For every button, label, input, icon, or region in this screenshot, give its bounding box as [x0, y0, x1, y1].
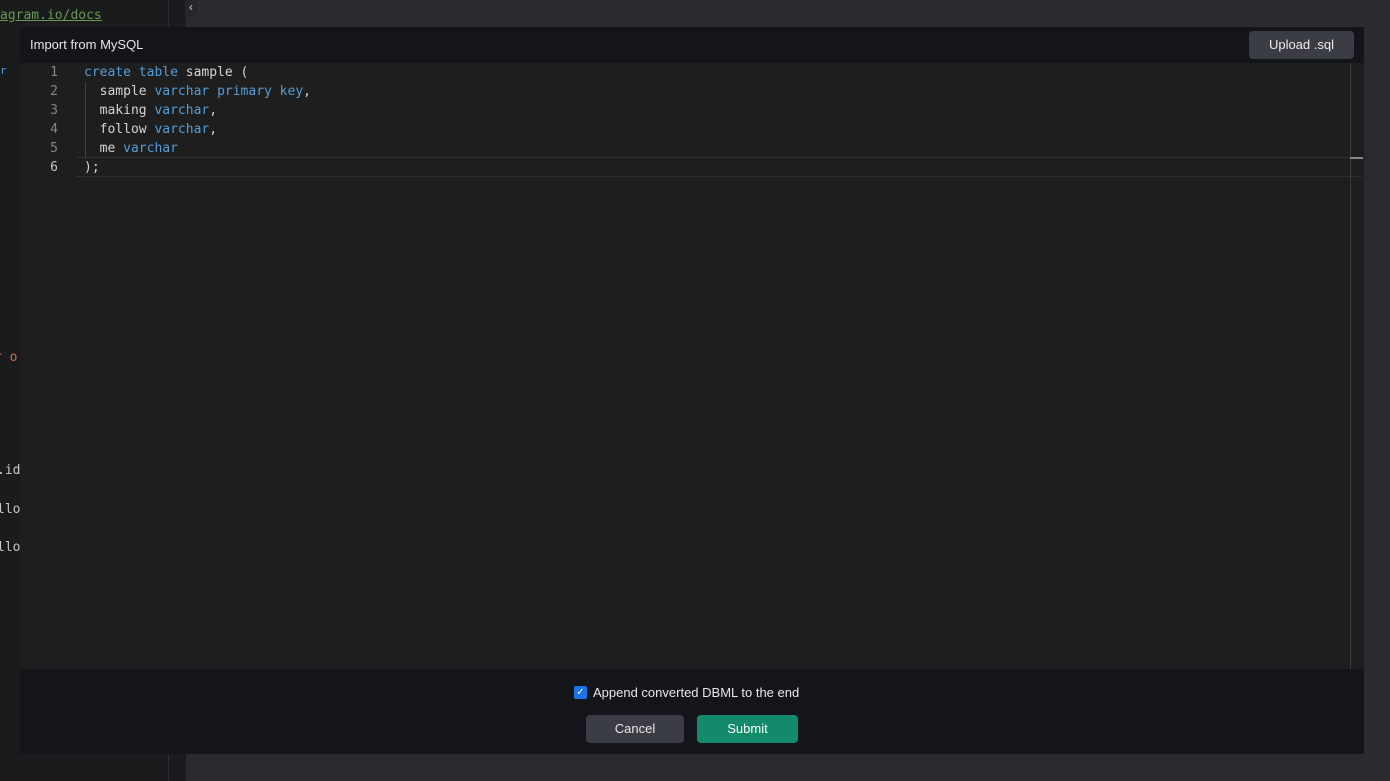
sql-text: , [209, 122, 218, 137]
code-line[interactable]: 6); [20, 158, 1350, 177]
sql-text: ); [84, 160, 100, 175]
sql-text: me [84, 141, 124, 156]
background-fragment: .id [0, 463, 21, 478]
upload-sql-button[interactable]: Upload .sql [1249, 31, 1354, 59]
line-number: 2 [50, 84, 58, 99]
code-line[interactable]: 4 follow varchar, [20, 120, 1350, 139]
sql-text: follow [84, 122, 155, 137]
background-docs-link: agram.io/docs [0, 8, 102, 23]
background-fragment: llo [0, 540, 21, 555]
submit-button[interactable]: Submit [697, 715, 798, 743]
append-checkbox-label[interactable]: Append converted DBML to the end [593, 685, 799, 700]
code-line[interactable]: 3 making varchar, [20, 101, 1350, 120]
modal-footer: ✓ Append converted DBML to the end Cance… [20, 669, 1364, 754]
line-number: 3 [50, 103, 58, 118]
modal-header: Import from MySQL Upload .sql [20, 27, 1364, 63]
background-fragment: r [0, 64, 7, 77]
append-option[interactable]: ✓ Append converted DBML to the end [574, 683, 799, 701]
scrollbar-cursor-marker [1350, 157, 1363, 159]
sql-keyword: create table [84, 65, 178, 80]
sql-text: sample [84, 84, 155, 99]
collapse-panel-icon[interactable]: ‹ [185, 0, 197, 16]
cancel-button[interactable]: Cancel [586, 715, 684, 743]
code-line[interactable]: 5 me varchar [20, 139, 1350, 158]
editor-scrollbar[interactable] [1350, 63, 1351, 669]
code-text: sample varchar primary key, [84, 82, 311, 101]
code-text: create table sample ( [84, 63, 248, 82]
sql-keyword: varchar primary key [154, 84, 304, 99]
sql-keyword: varchar [154, 122, 210, 137]
sql-text: , [303, 84, 311, 99]
code-text: ); [84, 158, 100, 177]
code-text: making varchar, [84, 101, 217, 120]
line-number: 5 [50, 141, 58, 156]
code-text: me varchar [84, 139, 178, 158]
import-modal: Import from MySQL Upload .sql 1 create ta… [20, 27, 1364, 754]
sql-keyword: varchar [154, 103, 210, 118]
line-number: 1 [50, 65, 58, 80]
line-number: 4 [50, 122, 58, 137]
line-number: 6 [50, 160, 58, 175]
modal-title: Import from MySQL [30, 37, 144, 52]
append-checkbox[interactable]: ✓ [574, 685, 587, 699]
background-fragment: r o [0, 350, 18, 365]
background-fragment: llo [0, 502, 21, 517]
sql-keyword: varchar [123, 141, 178, 156]
sql-code-editor[interactable]: 1 create table sample (2 sample varchar p… [20, 63, 1364, 669]
code-line[interactable]: 2 sample varchar primary key, [20, 82, 1350, 101]
sql-text: , [209, 103, 218, 118]
sql-text: sample ( [177, 65, 249, 80]
code-text: follow varchar, [84, 120, 217, 139]
sql-text: making [84, 103, 155, 118]
code-line[interactable]: 1 create table sample ( [20, 63, 1350, 82]
